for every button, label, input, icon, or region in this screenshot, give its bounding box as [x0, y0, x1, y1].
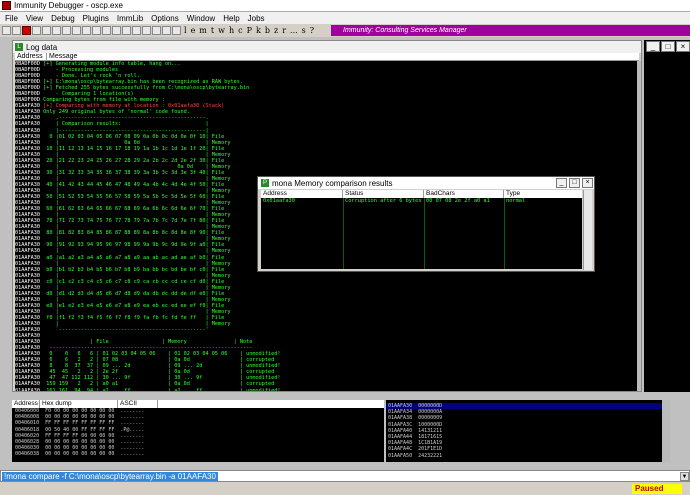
window-title-bar: Immunity Debugger - oscp.exe [0, 0, 690, 12]
step-over-icon[interactable] [62, 26, 71, 35]
log-column-header: Address Message [15, 53, 639, 61]
stack-list[interactable]: 01AAFA30 0000000D 01AAFA34 0000000A 01AA… [386, 403, 662, 462]
column-divider [424, 198, 425, 269]
log-window-title: Log data [26, 42, 58, 52]
command-bar[interactable]: !mona compare -f C:\mona\oscp\bytearray.… [0, 470, 690, 482]
mona-column-header: Address Status BadChars Type [261, 190, 582, 198]
log-window-title-bar: L Log data [13, 41, 641, 53]
mona-window-title: mona Memory comparison results [272, 178, 393, 188]
close-window-icon[interactable]: × [676, 41, 690, 52]
mona-maximize-icon[interactable]: □ [569, 178, 580, 188]
mona-col-address[interactable]: Address [261, 190, 343, 198]
stack-pane: 01AAFA30 0000000D 01AAFA34 0000000A 01AA… [386, 400, 662, 462]
toolbar-more-button[interactable]: ... [288, 26, 300, 35]
mona-col-type[interactable]: Type [504, 190, 582, 198]
dump-list[interactable]: 00406000 F0 00 00 00 00 00 00 00 .......… [12, 408, 384, 462]
toolbar-patches-button[interactable]: P [245, 26, 254, 35]
menu-debug[interactable]: Debug [47, 14, 79, 23]
consulting-banner: Immunity: Consulting Services Manager [331, 25, 690, 36]
maximize-icon[interactable]: □ [661, 41, 675, 52]
command-input[interactable]: !mona compare -f C:\mona\oscp\bytearray.… [2, 472, 218, 481]
row-badchars: 00 07 08 2e 2f a0 a1 [426, 198, 490, 204]
log-col-address[interactable]: Address [15, 53, 47, 60]
close-icon[interactable] [22, 26, 31, 35]
row-status: Corruption after 6 bytes [345, 198, 422, 204]
trace-over-icon[interactable] [82, 26, 91, 35]
menu-options[interactable]: Options [147, 14, 183, 23]
window-title: Immunity Debugger - oscp.exe [14, 1, 123, 10]
status-badge: Paused [632, 484, 682, 494]
toolbar-handles-button[interactable]: h [227, 26, 236, 35]
status-bar [0, 482, 690, 495]
trace-into-icon[interactable] [72, 26, 81, 35]
log-line-address: 01AAFA30 [15, 387, 44, 391]
menu-help[interactable]: Help [219, 14, 243, 23]
chevron-down-icon[interactable]: ▼ [680, 472, 689, 481]
minimize-icon[interactable]: _ [646, 41, 660, 52]
mona-window-title-bar: P mona Memory comparison results [258, 177, 594, 189]
mona-results-list[interactable]: 0x01aafa30 Corruption after 6 bytes 00 0… [261, 198, 582, 269]
toolbar-executable-button[interactable]: e [189, 26, 198, 35]
toolbar-source-button[interactable]: s [300, 26, 308, 35]
menu-jobs[interactable]: Jobs [244, 14, 269, 23]
dump-col-hex[interactable]: Hex dump [40, 400, 118, 408]
menu-file[interactable]: File [1, 14, 22, 23]
log-col-message[interactable]: Message [47, 53, 639, 60]
toolbar-help-button[interactable]: ? [308, 26, 316, 35]
pause-icon[interactable] [42, 26, 51, 35]
mona-window-icon: P [261, 179, 269, 187]
cpu-window-partial: _ □ × [644, 40, 690, 392]
menu-plugins[interactable]: Plugins [79, 14, 113, 23]
hex-dump-pane: Address Hex dump ASCII 00406000 F0 00 00… [12, 400, 384, 462]
menu-immlib[interactable]: ImmLib [113, 14, 147, 23]
graph-icon[interactable] [152, 26, 161, 35]
mona-results-window: P mona Memory comparison results _ □ × A… [257, 176, 595, 272]
toolbar-windows-button[interactable]: w [216, 26, 227, 35]
execute-till-return-icon[interactable] [92, 26, 101, 35]
python-icon[interactable] [112, 26, 121, 35]
toolbar-threads-button[interactable]: t [209, 26, 216, 35]
hook-icon[interactable] [162, 26, 171, 35]
toolbar-z-button[interactable]: z [272, 26, 280, 35]
toolbar-breakpoints-button[interactable]: b [263, 26, 272, 35]
column-divider [504, 198, 505, 269]
log-line-message: 161 161 94 94 | a2 ... ff | a2 ... ff | … [43, 387, 281, 391]
log-line[interactable]: 01AAFA30 161 161 94 94 | a2 ... ff | a2 … [15, 388, 637, 391]
goto-icon[interactable] [102, 26, 111, 35]
run-icon[interactable] [32, 26, 41, 35]
step-into-icon[interactable] [52, 26, 61, 35]
menu-window[interactable]: Window [183, 14, 219, 23]
mona-minimize-icon[interactable]: _ [556, 178, 567, 188]
list-item[interactable]: 00406038 00 00 00 00 00 00 00 00 .......… [15, 451, 384, 457]
restart-icon[interactable] [12, 26, 21, 35]
log-line-message: `---------------------------------------… [43, 327, 209, 334]
column-divider [343, 198, 344, 269]
mona-close-icon[interactable]: × [582, 178, 593, 188]
exploit-icon[interactable] [172, 26, 181, 35]
row-address: 0x01aafa30 [263, 198, 295, 204]
mona-col-badchars[interactable]: BadChars [424, 190, 504, 198]
mona-col-status[interactable]: Status [343, 190, 424, 198]
toolbar-memory-button[interactable]: m [197, 26, 209, 35]
table-row[interactable]: 0x01aafa30 Corruption after 6 bytes 00 0… [261, 198, 582, 204]
command-icon[interactable] [132, 26, 141, 35]
dump-column-header: Address Hex dump ASCII [12, 400, 384, 408]
list-item[interactable]: 01AAFA50 24232221 [388, 453, 662, 459]
script-icon[interactable] [122, 26, 131, 35]
mona-scrollbar[interactable] [583, 190, 592, 270]
dump-col-address[interactable]: Address [12, 400, 40, 408]
log-window-icon: L [15, 43, 23, 51]
row-type: normal [506, 198, 526, 204]
app-icon [2, 1, 11, 10]
toolbar-cpu-button[interactable]: c [236, 26, 244, 35]
open-icon[interactable] [2, 26, 11, 35]
stack-scrollbar[interactable] [662, 400, 670, 462]
menu-bar: File View Debug Plugins ImmLib Options W… [0, 12, 690, 24]
toolbar-references-button[interactable]: r [280, 26, 288, 35]
toolbar-callstack-button[interactable]: k [254, 26, 263, 35]
dump-col-ascii[interactable]: ASCII [118, 400, 158, 408]
log-scrollbar[interactable] [637, 61, 641, 391]
plugin-icon[interactable] [142, 26, 151, 35]
menu-view[interactable]: View [22, 14, 47, 23]
